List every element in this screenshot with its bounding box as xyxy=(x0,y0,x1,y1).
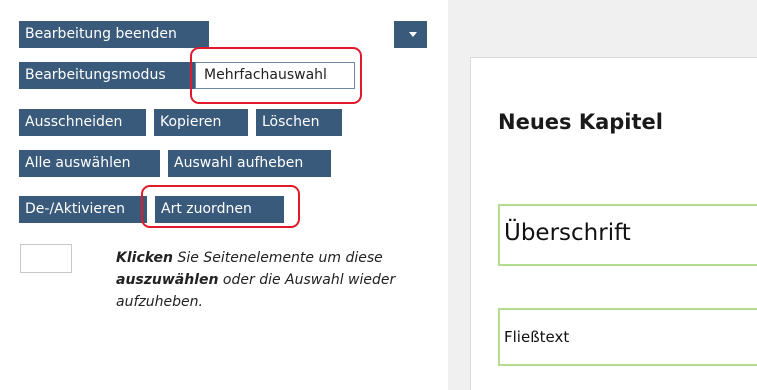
hint-text-1: Sie Seitenelemente um diese xyxy=(173,250,383,266)
body-text-element-text: Fließtext xyxy=(504,328,570,346)
selection-checkbox[interactable] xyxy=(20,244,72,273)
highlight-multi-select xyxy=(190,47,362,104)
hint-select-word: auszuwählen xyxy=(116,272,219,288)
heading-element[interactable]: Überschrift xyxy=(498,204,757,266)
delete-button[interactable]: Löschen xyxy=(256,109,342,136)
editing-panel: Bearbeitung beenden Bearbeitungsmodus Me… xyxy=(0,0,448,390)
hint-click-word: Klicken xyxy=(116,250,174,266)
cut-button[interactable]: Ausschneiden xyxy=(19,109,146,136)
heading-element-text: Überschrift xyxy=(504,220,631,246)
options-menu-button[interactable] xyxy=(394,21,427,48)
chapter-title: Neues Kapitel xyxy=(498,110,663,134)
edit-mode-button[interactable]: Bearbeitungsmodus xyxy=(19,62,195,89)
select-all-button[interactable]: Alle auswählen xyxy=(19,150,160,177)
deselect-button[interactable]: Auswahl aufheben xyxy=(168,150,331,177)
body-text-element[interactable]: Fließtext xyxy=(498,308,757,366)
selection-hint: Klicken Sie Seitenelemente um diese ausz… xyxy=(116,247,416,313)
copy-button[interactable]: Kopieren xyxy=(154,109,248,136)
toggle-active-button[interactable]: De-/Aktivieren xyxy=(19,196,147,223)
finish-editing-button[interactable]: Bearbeitung beenden xyxy=(19,21,209,48)
highlight-assign-type xyxy=(141,185,300,228)
chevron-down-icon xyxy=(409,32,417,37)
